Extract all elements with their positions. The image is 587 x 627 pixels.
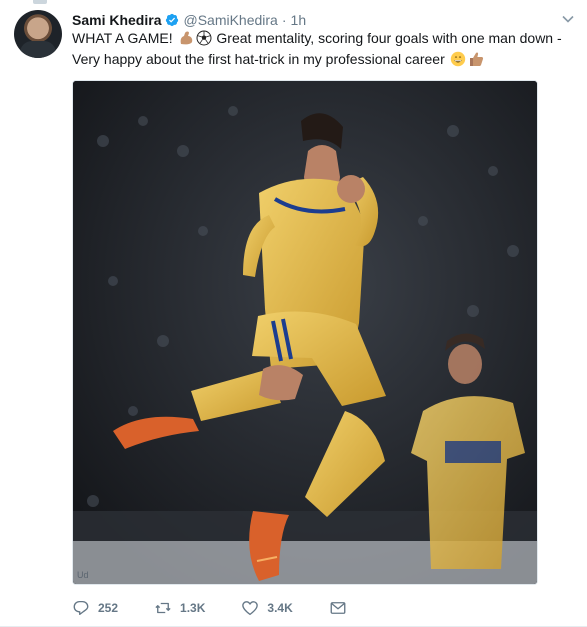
like-button[interactable]: 3.4K <box>241 599 293 617</box>
flexed-biceps-icon <box>180 31 192 45</box>
tweet-text-line2: Very happy about the first hat-trick in … <box>72 51 445 67</box>
timestamp[interactable]: 1h <box>291 12 307 28</box>
author-name[interactable]: Sami Khedira <box>72 12 161 28</box>
like-count: 3.4K <box>267 601 293 615</box>
tweet-text-part2: Great mentality, scoring four goals with… <box>216 30 562 46</box>
soccer-ball-icon <box>196 30 212 46</box>
reply-count: 252 <box>98 601 119 615</box>
author-handle[interactable]: @SamiKhedira <box>183 12 277 28</box>
thread-connector <box>33 0 47 4</box>
retweet-button[interactable]: 1.3K <box>154 599 205 617</box>
retweet-icon <box>155 602 171 614</box>
tweet-text: WHAT A GAME! Great mentality, scoring fo… <box>72 28 572 70</box>
chevron-down-icon[interactable] <box>561 12 575 26</box>
verified-badge-icon <box>166 13 179 27</box>
direct-message-icon <box>330 602 346 614</box>
thumbs-up-icon <box>469 52 483 66</box>
image-watermark: Ud <box>77 570 89 580</box>
action-bar: 252 1.3K 3.4K <box>72 598 347 618</box>
tweet-header: Sami Khedira @SamiKhedira · 1h <box>72 10 306 30</box>
reply-button[interactable]: 252 <box>72 599 118 617</box>
direct-message-button[interactable] <box>329 599 347 617</box>
separator-dot: · <box>281 12 287 28</box>
retweet-count: 1.3K <box>180 601 206 615</box>
heart-icon <box>242 601 259 616</box>
football-celebration-photo <box>73 81 537 584</box>
reply-icon <box>73 600 89 616</box>
tweet-card[interactable]: Sami Khedira @SamiKhedira · 1h WHAT A GA… <box>0 0 587 627</box>
tweet-text-part1: WHAT A GAME! <box>72 30 173 46</box>
tweet-photo[interactable]: Ud <box>72 80 538 585</box>
grinning-face-icon <box>450 51 465 67</box>
avatar[interactable] <box>14 10 62 58</box>
